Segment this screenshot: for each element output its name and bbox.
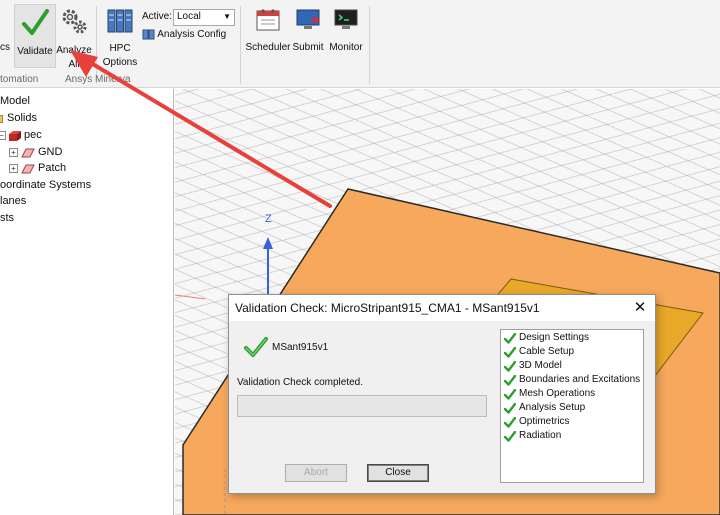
validate-label: Validate xyxy=(17,46,53,57)
analyze-all-button[interactable]: Analyze All xyxy=(56,6,92,71)
tree-item-lists[interactable]: sts xyxy=(0,212,14,224)
tree-item-model[interactable]: Model xyxy=(0,95,30,107)
chevron-down-icon: ▼ xyxy=(223,12,231,21)
partial-ribbon-button-label[interactable]: cs xyxy=(0,42,10,54)
checkmark-icon xyxy=(504,389,516,400)
analysis-config-button[interactable]: Analysis Config xyxy=(142,28,226,41)
scheduler-button[interactable]: Scheduler xyxy=(244,6,292,54)
gears-icon xyxy=(62,9,87,34)
tree-item-planes[interactable]: lanes xyxy=(0,195,26,207)
validation-success-icon xyxy=(244,337,268,357)
check-item-label: Boundaries and Excitations xyxy=(519,374,641,385)
collapse-icon[interactable]: − xyxy=(0,131,6,140)
z-axis-label: Z xyxy=(265,213,272,225)
folder-icon xyxy=(0,115,3,123)
checkmark-icon xyxy=(504,403,516,414)
analysis-config-icon xyxy=(142,29,155,40)
validation-status: Validation Check completed. xyxy=(237,377,363,388)
ribbon-separator xyxy=(369,6,370,84)
group-label-ansys-minerva: Ansys Minerva xyxy=(65,74,131,85)
close-button[interactable]: Close xyxy=(367,464,429,482)
sheet-object-icon xyxy=(21,148,35,158)
check-item-label: 3D Model xyxy=(519,360,562,371)
z-axis-arrowhead xyxy=(263,237,273,249)
hpc-options-button[interactable]: HPC Options xyxy=(101,6,139,69)
submit-monitor-icon xyxy=(296,9,320,29)
tree-item-label: Solids xyxy=(7,112,37,124)
x-axis-line xyxy=(175,294,206,300)
scheduler-calendar-icon xyxy=(256,9,280,31)
tree-item-label: Patch xyxy=(38,162,67,174)
monitor-label: Monitor xyxy=(329,42,363,53)
analyze-label-line2: All xyxy=(68,59,80,70)
scheduler-label: Scheduler xyxy=(245,42,291,53)
active-label: Active: xyxy=(142,11,173,22)
checkmark-icon xyxy=(504,431,516,442)
check-item-label: Optimetrics xyxy=(519,416,570,427)
hpc-servers-icon xyxy=(107,9,133,33)
checkmark-icon xyxy=(504,375,516,386)
check-item-label: Cable Setup xyxy=(519,346,575,357)
checkmark-icon xyxy=(504,333,516,344)
sheet-object-icon xyxy=(21,164,35,174)
material-icon xyxy=(9,131,21,141)
expand-icon[interactable]: + xyxy=(9,164,18,173)
active-select-value: Local xyxy=(177,11,201,22)
check-item-label: Radiation xyxy=(519,430,562,441)
tree-item-label: GND xyxy=(38,146,63,158)
checkmark-icon xyxy=(504,417,516,428)
hpc-label-line1: HPC xyxy=(109,43,131,54)
model-tree: Model Solids − pec + GND + Patch oordina… xyxy=(0,89,174,515)
expand-icon[interactable]: + xyxy=(9,148,18,157)
ribbon-separator xyxy=(96,6,97,84)
monitor-button[interactable]: Monitor xyxy=(327,6,365,54)
dialog-titlebar[interactable]: Validation Check: MicroStripant915_CMA1 … xyxy=(229,295,655,321)
checkmark-icon xyxy=(504,361,516,372)
dialog-title: Validation Check: MicroStripant915_CMA1 … xyxy=(235,301,540,315)
checkmark-icon xyxy=(504,347,516,358)
validate-button[interactable]: Validate xyxy=(14,4,56,68)
hpc-label-line2: Options xyxy=(102,57,138,68)
design-name: MSant915v1 xyxy=(272,342,329,353)
tree-item-label: pec xyxy=(24,129,42,141)
abort-button[interactable]: Abort xyxy=(285,464,347,482)
validation-progress-bar xyxy=(237,395,487,417)
check-item-label: Design Settings xyxy=(519,332,590,343)
submit-button[interactable]: Submit xyxy=(291,6,325,54)
validation-check-dialog: Validation Check: MicroStripant915_CMA1 … xyxy=(228,294,656,494)
checkmark-icon xyxy=(22,9,49,35)
check-item-label: Mesh Operations xyxy=(519,388,596,399)
validation-checklist: Design Settings Cable Setup 3D Model Bou… xyxy=(500,329,644,483)
check-item-label: Analysis Setup xyxy=(519,402,586,413)
ribbon-separator xyxy=(240,6,241,84)
tree-item-coordinate-systems[interactable]: oordinate Systems xyxy=(0,179,91,191)
monitor-terminal-icon xyxy=(334,9,358,29)
active-machine-select[interactable]: Local ▼ xyxy=(173,9,235,26)
analysis-config-label: Analysis Config xyxy=(157,29,227,41)
group-label-automation: tomation xyxy=(0,74,39,85)
ribbon-toolbar: cs Validate Analyze All HPC Options Acti… xyxy=(0,0,720,88)
submit-label: Submit xyxy=(292,42,324,53)
analyze-label-line1: Analyze xyxy=(56,45,92,56)
close-icon[interactable]: ✕ xyxy=(631,298,649,316)
